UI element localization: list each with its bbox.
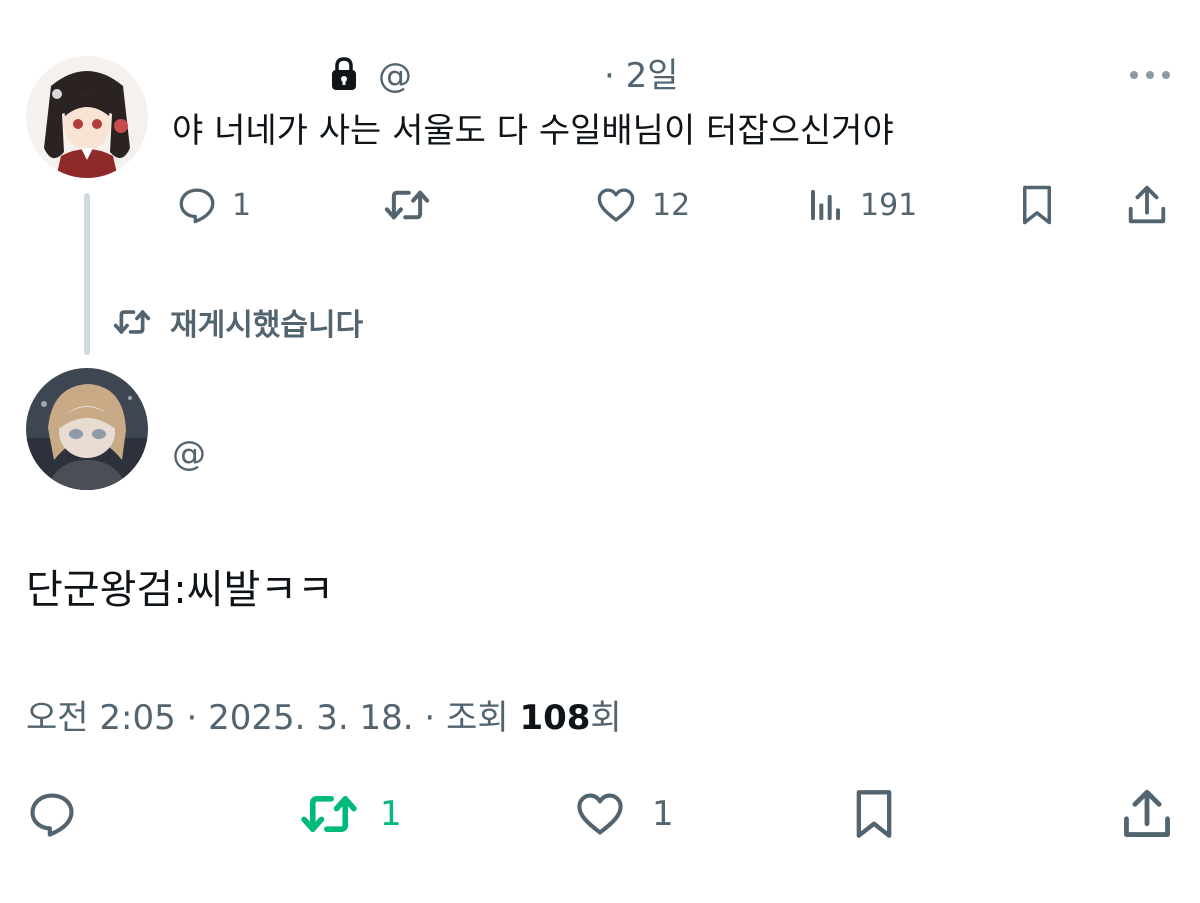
reply-button[interactable]: 1 [176,184,251,226]
like-button[interactable]: 1 [572,788,674,840]
tweet-time[interactable]: 오전 2:05 [26,698,176,738]
thread-connector-line [84,193,90,355]
main-tweet-text: 단군왕검:씨발ㅋㅋ [26,567,334,613]
like-button[interactable]: 12 [594,184,690,226]
retweeted-indicator: 재게시했습니다 [112,300,363,344]
retweet-count: 1 [380,794,402,834]
reply-count: 1 [232,187,252,223]
tweet-meta: 오전 2:05 · 2025. 3. 18. · 조회 108회 [26,696,622,740]
retweet-button[interactable] [382,184,446,226]
bookmark-button[interactable] [848,784,900,844]
reply-button[interactable] [26,788,78,840]
views-suffix: 회 [590,698,622,738]
retweet-button[interactable]: 1 [298,788,402,840]
avatar[interactable] [26,56,148,178]
lock-icon [329,56,359,96]
like-count: 12 [652,187,691,223]
views-value: 108 [519,698,591,738]
avatar[interactable] [26,368,148,490]
reply-icon [30,793,74,837]
share-icon [1128,185,1166,224]
separator: · [175,698,209,738]
bookmark-icon [1023,185,1051,225]
bookmark-icon [856,790,892,838]
more-options-icon[interactable] [1130,64,1170,84]
retweeted-label: 재게시했습니다 [170,308,364,343]
heart-icon [597,188,635,222]
share-button[interactable] [1124,182,1170,228]
reply-tweet-text: 야 너네가 사는 서울도 다 수일배님이 터잡으신거야 [172,111,894,151]
reply-timestamp[interactable]: · 2일 [604,54,679,98]
views-count: 191 [860,187,918,223]
separator: · [413,698,447,738]
views-label: 조회 [446,698,520,738]
share-button[interactable] [1118,784,1176,844]
analytics-icon [811,190,840,220]
share-icon [1124,789,1170,837]
main-author-handle[interactable]: @ [172,432,206,476]
tweet-date[interactable]: 2025. 3. 18. [208,698,413,738]
reply-author-handle[interactable]: @ [378,54,412,98]
like-count: 1 [652,794,674,834]
views-button[interactable]: 191 [806,184,917,226]
bookmark-button[interactable] [1016,182,1058,228]
retweet-icon [301,796,357,832]
heart-icon [577,793,623,835]
retweet-icon [113,310,151,334]
reply-icon [179,188,215,224]
retweet-icon [384,190,430,220]
